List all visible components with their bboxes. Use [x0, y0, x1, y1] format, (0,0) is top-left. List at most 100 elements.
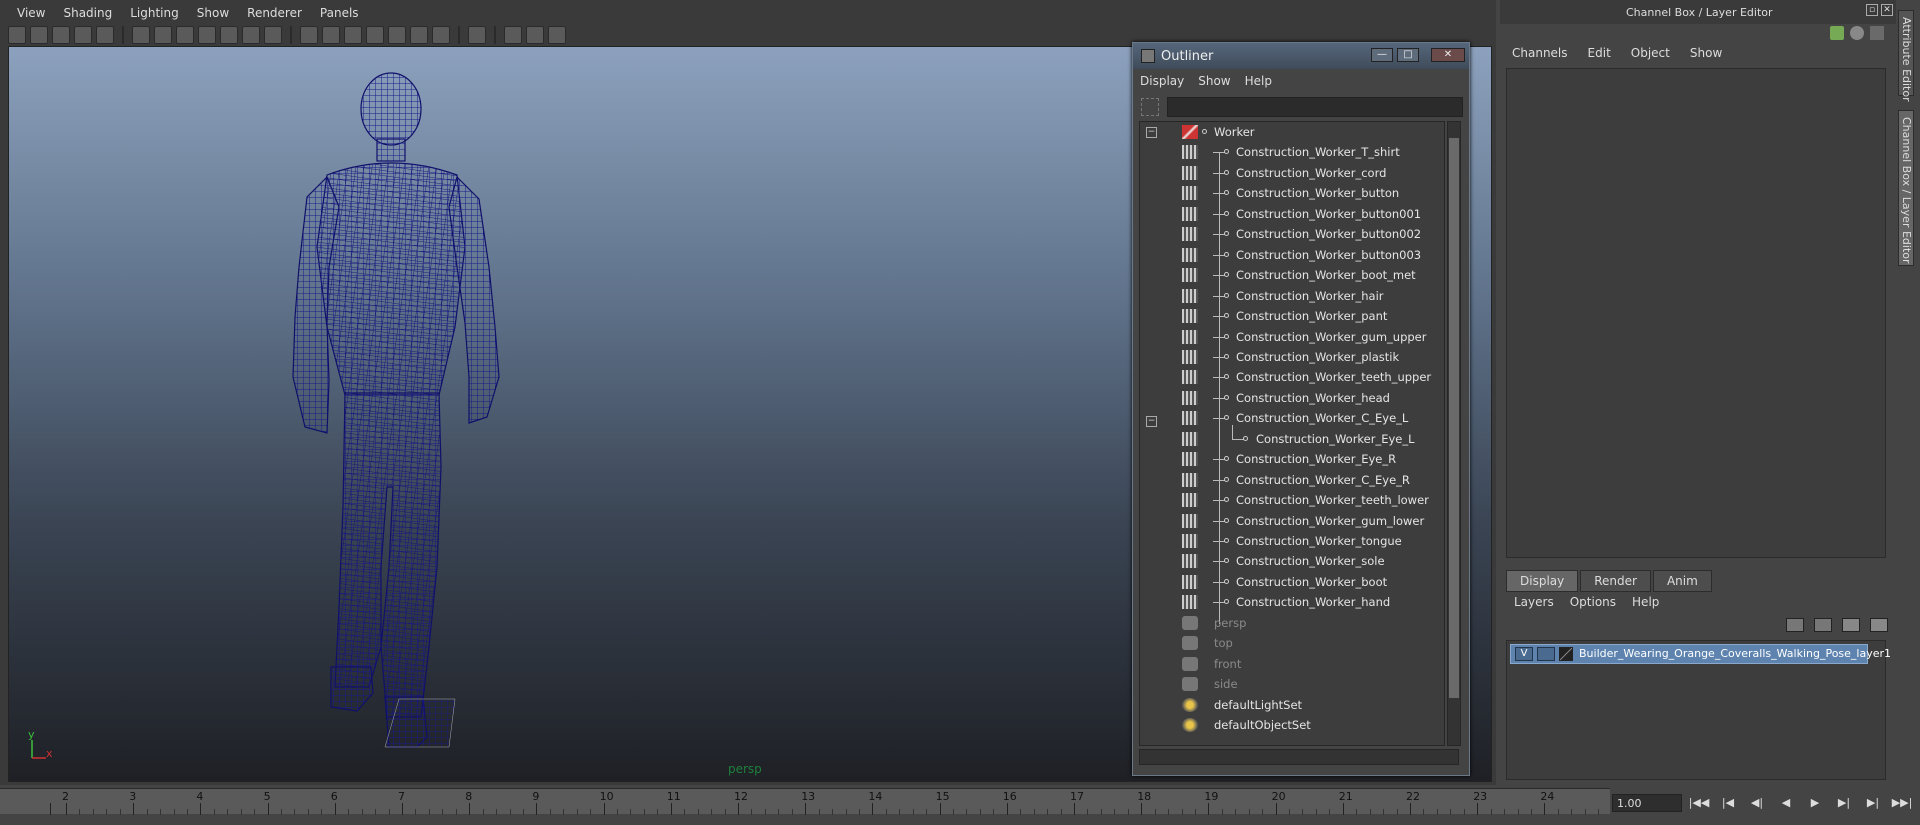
- menu-show[interactable]: Show: [188, 4, 238, 26]
- outliner-item[interactable]: Construction_Worker_tongue: [1140, 531, 1440, 551]
- menu-panels[interactable]: Panels: [311, 4, 368, 26]
- current-frame-field[interactable]: 1.00: [1612, 794, 1682, 812]
- outliner-item[interactable]: Construction_Worker_button002: [1140, 224, 1440, 244]
- layer-name[interactable]: Builder_Wearing_Orange_Coveralls_Walking…: [1579, 647, 1891, 660]
- menu-layers[interactable]: Layers: [1506, 595, 1562, 615]
- new-layer-icon[interactable]: [1842, 618, 1860, 632]
- xray-icon[interactable]: [504, 26, 522, 44]
- menu-options[interactable]: Options: [1562, 595, 1624, 615]
- safe-title-icon[interactable]: [264, 26, 282, 44]
- close-icon[interactable]: ✕: [1881, 4, 1893, 16]
- menu-object[interactable]: Object: [1621, 46, 1680, 66]
- outliner-item[interactable]: Construction_Worker_C_Eye_L: [1140, 408, 1440, 428]
- outliner-window[interactable]: Outliner — □ ✕ Display Show Help − − Wor…: [1132, 42, 1470, 776]
- xray-joints-icon[interactable]: [526, 26, 544, 44]
- outliner-item[interactable]: defaultObjectSet: [1140, 715, 1440, 735]
- outliner-item[interactable]: Construction_Worker_hair: [1140, 286, 1440, 306]
- share-icon[interactable]: [548, 26, 566, 44]
- outliner-item[interactable]: Construction_Worker_head: [1140, 388, 1440, 408]
- outliner-search-input[interactable]: [1167, 97, 1463, 117]
- outliner-item[interactable]: Construction_Worker_button001: [1140, 204, 1440, 224]
- outliner-item[interactable]: Construction_Worker_pant: [1140, 306, 1440, 326]
- menu-show[interactable]: Show: [1191, 71, 1237, 93]
- outliner-item[interactable]: Construction_Worker_cord: [1140, 163, 1440, 183]
- manipulator-icon[interactable]: [1830, 26, 1844, 40]
- outliner-tree[interactable]: − − Worker Construction_Worker_T_shirt Con…: [1139, 121, 1445, 746]
- textured-icon[interactable]: [366, 26, 384, 44]
- layer-row[interactable]: V Builder_Wearing_Orange_Coveralls_Walki…: [1510, 644, 1891, 664]
- outliner-item[interactable]: Construction_Worker_boot_met: [1140, 265, 1440, 285]
- shadows-icon[interactable]: [410, 26, 428, 44]
- outliner-item[interactable]: Construction_Worker_Eye_R: [1140, 449, 1440, 469]
- tab-anim[interactable]: Anim: [1652, 570, 1712, 592]
- step-forward-key-button[interactable]: ▶|: [1862, 794, 1884, 812]
- go-to-start-button[interactable]: |◀◀: [1688, 794, 1710, 812]
- film-gate-icon[interactable]: [154, 26, 172, 44]
- outliner-item[interactable]: top: [1140, 633, 1440, 653]
- wireframe-on-shaded-icon[interactable]: [344, 26, 362, 44]
- tab-attribute-editor[interactable]: Attribute Editor: [1898, 10, 1914, 102]
- lights-icon[interactable]: [388, 26, 406, 44]
- outliner-item[interactable]: Construction_Worker_sole: [1140, 551, 1440, 571]
- grid-icon[interactable]: [132, 26, 150, 44]
- wireframe-icon[interactable]: [300, 26, 318, 44]
- channel-box-area[interactable]: [1506, 68, 1886, 558]
- smooth-shade-icon[interactable]: [322, 26, 340, 44]
- menu-edit[interactable]: Edit: [1578, 46, 1621, 66]
- outliner-item[interactable]: Construction_Worker_button003: [1140, 245, 1440, 265]
- outliner-item[interactable]: Construction_Worker_teeth_lower: [1140, 490, 1440, 510]
- hyper-icon[interactable]: [1870, 26, 1884, 40]
- outliner-item[interactable]: Construction_Worker_Eye_L: [1140, 424, 1440, 449]
- outliner-item[interactable]: side: [1140, 674, 1440, 694]
- outliner-item[interactable]: Construction_Worker_C_Eye_R: [1140, 470, 1440, 490]
- menu-show[interactable]: Show: [1680, 46, 1732, 66]
- speed-icon[interactable]: [1850, 26, 1864, 40]
- outliner-item[interactable]: Construction_Worker_T_shirt: [1140, 142, 1440, 162]
- menu-view[interactable]: View: [8, 4, 54, 26]
- move-layer-up-icon[interactable]: [1786, 618, 1804, 632]
- gate-mask-icon[interactable]: [198, 26, 216, 44]
- camera-attributes-icon[interactable]: [30, 26, 48, 44]
- filter-icon[interactable]: [1141, 98, 1159, 116]
- move-layer-down-icon[interactable]: [1814, 618, 1832, 632]
- maximize-button[interactable]: □: [1397, 48, 1419, 62]
- tab-display[interactable]: Display: [1506, 570, 1579, 592]
- play-forwards-button[interactable]: ▶: [1804, 794, 1826, 812]
- scrollbar-thumb[interactable]: [1449, 138, 1459, 698]
- play-backwards-button[interactable]: ◀: [1775, 794, 1797, 812]
- menu-display[interactable]: Display: [1133, 71, 1191, 93]
- bookmark-icon[interactable]: [52, 26, 70, 44]
- outliner-horizontal-scrollbar[interactable]: [1139, 749, 1459, 765]
- outliner-item[interactable]: Construction_Worker_gum_upper: [1140, 327, 1440, 347]
- outliner-item[interactable]: Construction_Worker_gum_lower: [1140, 511, 1440, 531]
- image-plane-icon[interactable]: [74, 26, 92, 44]
- menu-help[interactable]: Help: [1624, 595, 1667, 615]
- resolution-gate-icon[interactable]: [176, 26, 194, 44]
- outliner-item[interactable]: persp: [1140, 613, 1440, 633]
- menu-channels[interactable]: Channels: [1502, 46, 1578, 66]
- outliner-titlebar[interactable]: Outliner — □ ✕: [1133, 43, 1469, 69]
- go-to-end-button[interactable]: ▶▶|: [1891, 794, 1913, 812]
- tab-channel-box[interactable]: Channel Box / Layer Editor: [1898, 110, 1914, 266]
- new-layer-selected-icon[interactable]: [1870, 618, 1888, 632]
- layer-color-swatch[interactable]: [1559, 647, 1573, 661]
- menu-shading[interactable]: Shading: [54, 4, 121, 26]
- outliner-item[interactable]: Construction_Worker_hand: [1140, 592, 1440, 612]
- safe-action-icon[interactable]: [242, 26, 260, 44]
- ambient-occlusion-icon[interactable]: [432, 26, 450, 44]
- float-icon[interactable]: ▫: [1866, 4, 1878, 16]
- outliner-item[interactable]: Construction_Worker_teeth_upper: [1140, 367, 1440, 387]
- step-back-frame-button[interactable]: ◀|: [1746, 794, 1768, 812]
- outliner-item[interactable]: Construction_Worker_plastik: [1140, 347, 1440, 367]
- menu-renderer[interactable]: Renderer: [238, 4, 311, 26]
- outliner-item[interactable]: front: [1140, 654, 1440, 674]
- outliner-item[interactable]: defaultLightSet: [1140, 695, 1440, 715]
- two-d-pan-icon[interactable]: [96, 26, 114, 44]
- close-button[interactable]: ✕: [1431, 48, 1465, 62]
- field-chart-icon[interactable]: [220, 26, 238, 44]
- outliner-vertical-scrollbar[interactable]: [1447, 121, 1461, 746]
- isolate-select-icon[interactable]: [468, 26, 486, 44]
- minimize-button[interactable]: —: [1371, 48, 1393, 62]
- time-slider[interactable]: 2 3 4 5 6 7 8 9 10 11 12 13 14 15 16 17 18 19 20 21 22 23 24: [0, 788, 1610, 815]
- outliner-item[interactable]: Construction_Worker_button: [1140, 183, 1440, 203]
